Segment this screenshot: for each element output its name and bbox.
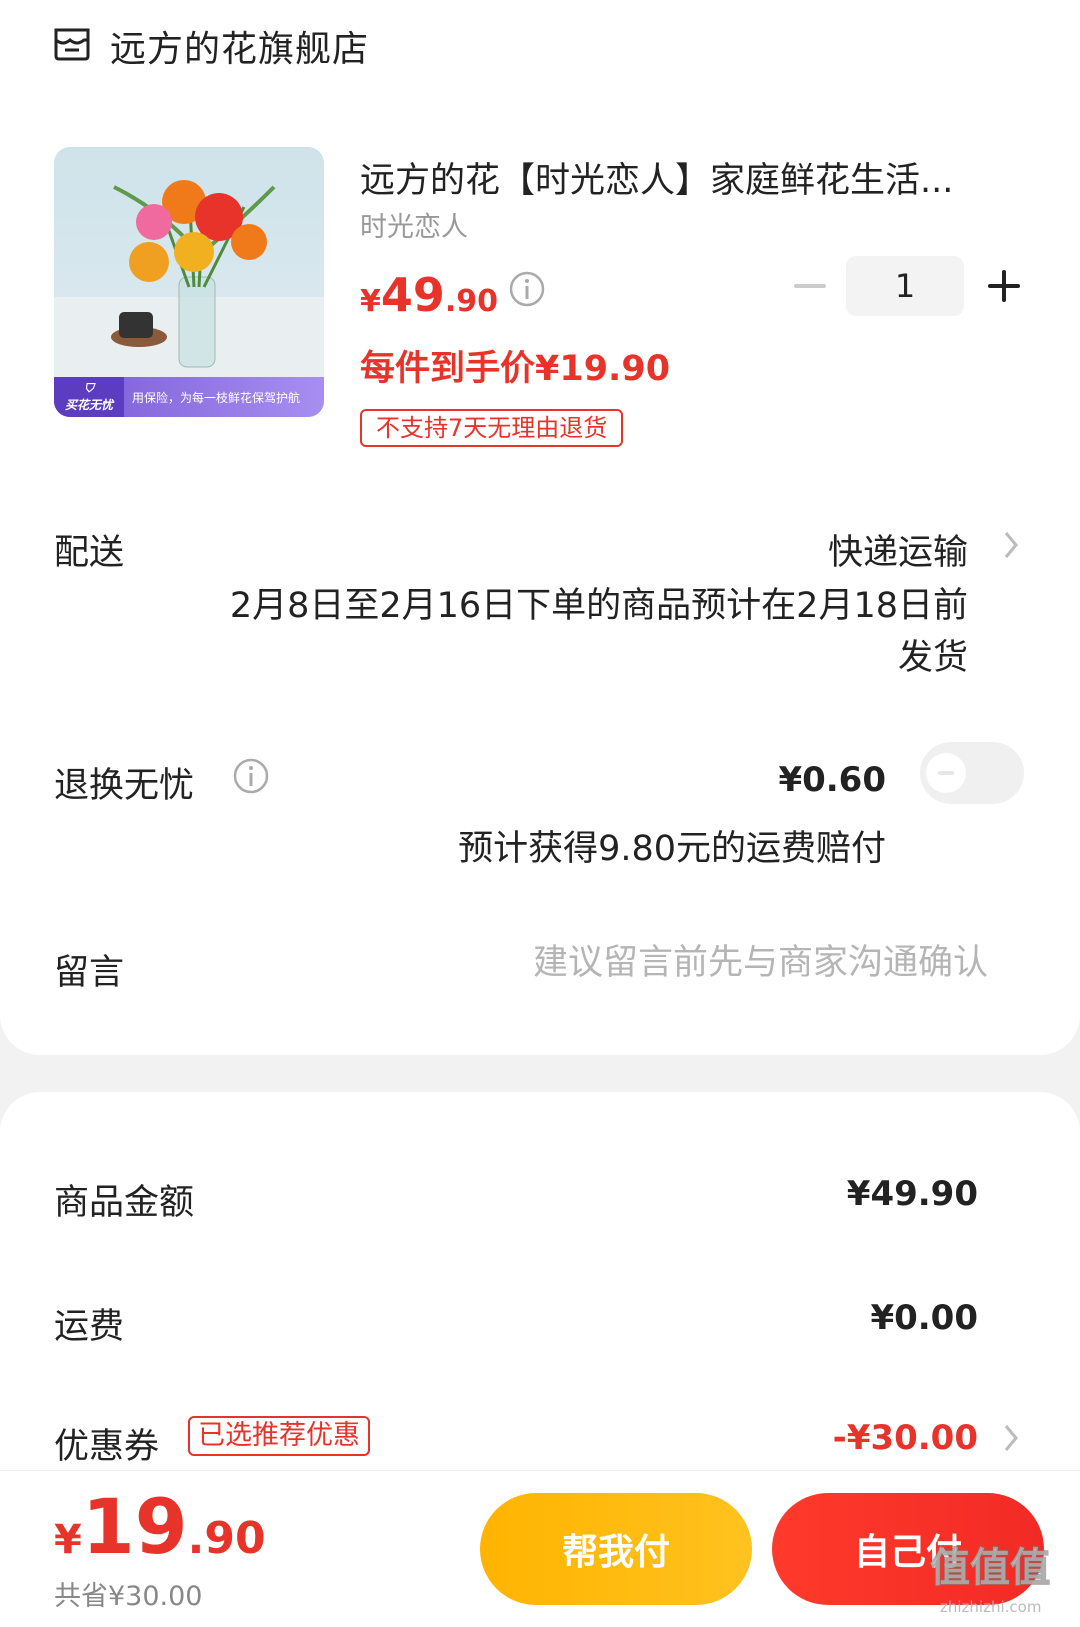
toggle-knob [926, 753, 966, 793]
help-pay-button[interactable]: 帮我付 [480, 1493, 752, 1605]
shipping-label: 运费 [54, 1307, 125, 1347]
price-decimal: .90 [444, 284, 499, 319]
store-icon [54, 28, 90, 61]
product-variant[interactable]: 时光恋人 [360, 205, 468, 244]
product-title[interactable]: 远方的花【时光恋人】家庭鲜花生活... [360, 152, 1020, 203]
return-service-label: 退换无忧 [54, 766, 195, 806]
increase-quantity-button[interactable] [986, 268, 1022, 304]
product-price: ¥49.90 [360, 268, 498, 322]
store-name[interactable]: 远方的花旗舰店 [110, 20, 369, 72]
coupon-value[interactable]: -¥30.00 [833, 1418, 978, 1458]
decrease-quantity-button[interactable] [792, 268, 828, 304]
total-decimal: .90 [187, 1513, 266, 1564]
insurance-badge: ⛉ 买花无忧 [54, 377, 124, 417]
info-icon[interactable] [232, 757, 270, 795]
watermark-url: zhizhizhi.com [940, 1598, 1042, 1616]
delivery-label: 配送 [54, 533, 125, 573]
message-input[interactable] [366, 934, 990, 992]
goods-amount-label: 商品金额 [54, 1183, 195, 1223]
price-symbol: ¥ [360, 284, 381, 319]
return-service-toggle[interactable] [920, 742, 1024, 804]
message-label: 留言 [54, 953, 125, 993]
total-price: ¥19.90 [54, 1482, 266, 1571]
flower-illustration [54, 180, 324, 377]
shield-icon: ⛉ [84, 381, 94, 395]
badge-text: 买花无忧 [64, 398, 113, 412]
quantity-input[interactable]: 1 [846, 256, 964, 316]
total-integer: 19 [81, 1482, 188, 1571]
coupon-label: 优惠券 [54, 1427, 160, 1467]
image-banner: ⛉ 买花无忧 用保险，为每一枝鲜花保驾护航 [54, 377, 324, 417]
delivery-method[interactable]: 快递运输 [828, 524, 968, 575]
info-icon[interactable] [508, 270, 546, 308]
chevron-right-icon[interactable] [1000, 1420, 1022, 1456]
unit-price: 每件到手价¥19.90 [360, 349, 671, 389]
shipping-value: ¥0.00 [870, 1298, 978, 1338]
price-integer: 49 [380, 268, 445, 322]
return-service-price: ¥0.60 [778, 760, 886, 800]
coupon-badge: 已选推荐优惠 [188, 1416, 370, 1456]
delivery-note: 2月8日至2月16日下单的商品预计在2月18日前发货 [229, 586, 968, 678]
banner-text: 用保险，为每一枝鲜花保驾护航 [132, 390, 301, 405]
return-service-note: 预计获得9.80元的运费赔付 [458, 829, 886, 869]
chevron-right-icon[interactable] [1000, 527, 1022, 563]
no-return-badge: 不支持7天无理由退货 [360, 409, 624, 447]
watermark-logo: 值值值 [929, 1544, 1051, 1592]
total-symbol: ¥ [54, 1517, 82, 1563]
product-image[interactable]: ⛉ 买花无忧 用保险，为每一枝鲜花保驾护航 [54, 147, 324, 417]
total-saved: 共省¥30.00 [54, 1581, 203, 1612]
goods-amount-value: ¥49.90 [846, 1174, 978, 1214]
